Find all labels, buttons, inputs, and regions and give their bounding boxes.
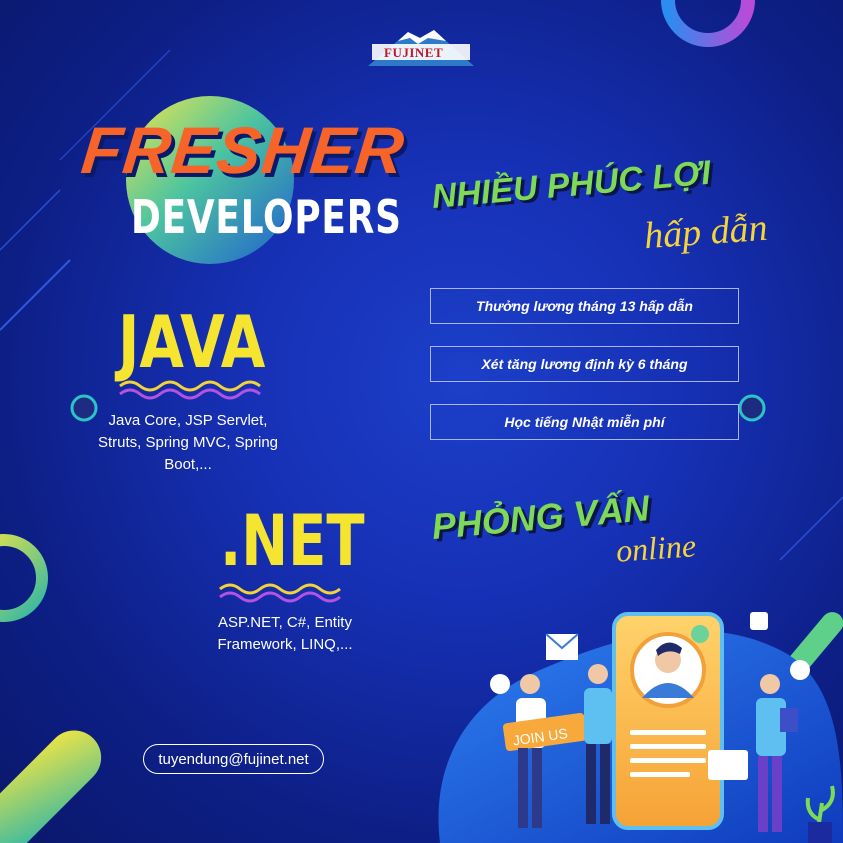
recruitment-poster: FUJINET FRESHER DEVELOPERS JAVA Java Cor… — [0, 0, 843, 843]
online-interview-illustration: JOIN US — [490, 612, 835, 843]
benefit-item: Xét tăng lương định kỳ 6 tháng — [430, 346, 739, 382]
headline-developers: DEVELOPERS — [131, 190, 402, 244]
benefits-subheading: hấp dẫn — [642, 206, 769, 258]
dotnet-description: ASP.NET, C#, Entity Framework, LINQ,... — [217, 614, 353, 653]
dotnet-title: .NET — [220, 500, 365, 582]
interview-subheading: online — [614, 527, 698, 569]
benefit-item: Thưởng lương tháng 13 hấp dẫn — [430, 288, 739, 324]
headline-fresher: FRESHER — [78, 113, 409, 187]
contact-email[interactable]: tuyendung@fujinet.net — [143, 744, 324, 774]
java-title: JAVA — [118, 300, 266, 384]
benefit-item: Học tiếng Nhật miễn phí — [430, 404, 739, 440]
logo-text: FUJINET — [384, 45, 444, 60]
java-description: Java Core, JSP Servlet, Struts, Spring M… — [97, 412, 279, 473]
